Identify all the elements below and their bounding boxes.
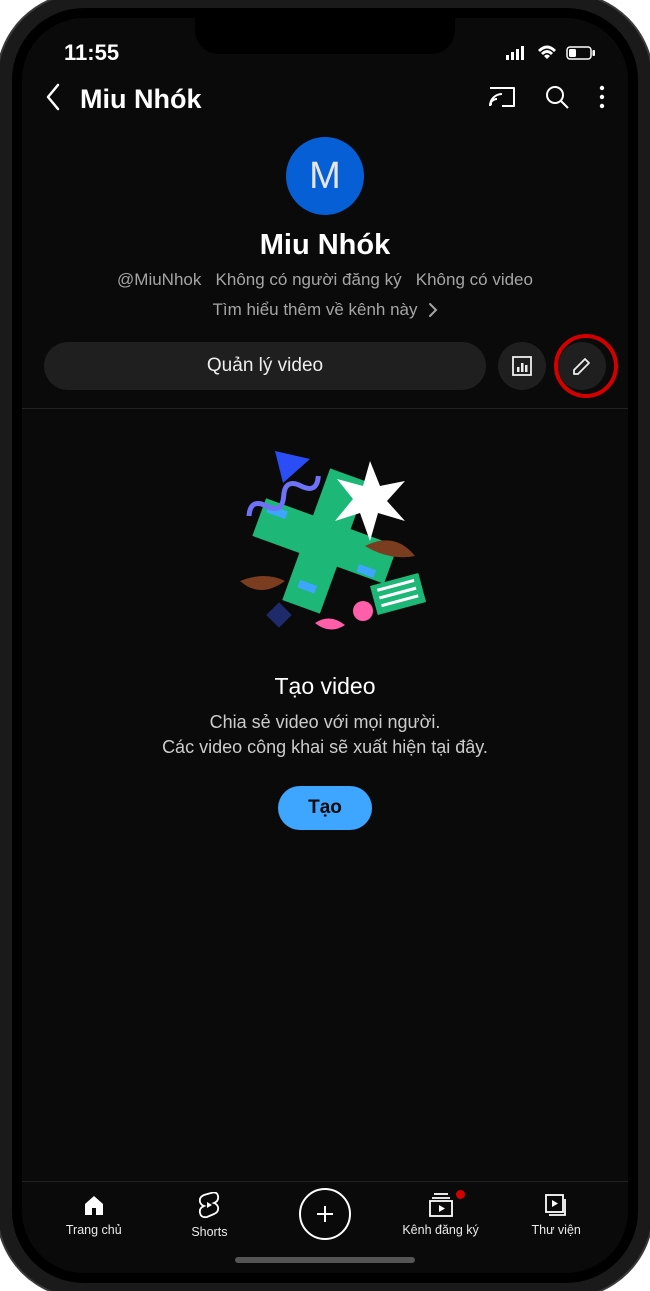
edit-button[interactable] — [558, 342, 606, 390]
cellular-icon — [506, 40, 528, 66]
channel-videos: Không có video — [416, 270, 533, 289]
app-header: Miu Nhók — [22, 70, 628, 131]
divider — [22, 408, 628, 409]
wifi-icon — [536, 40, 558, 66]
action-row: Quản lý video — [22, 342, 628, 408]
channel-name: Miu Nhók — [42, 229, 608, 262]
nav-home-label: Trang chủ — [66, 1223, 122, 1237]
status-time: 11:55 — [64, 40, 119, 66]
nav-shorts[interactable]: Shorts — [163, 1192, 255, 1239]
pencil-icon — [571, 355, 593, 377]
nav-home[interactable]: Trang chủ — [48, 1192, 140, 1237]
notch — [195, 18, 455, 54]
page-title: Miu Nhók — [80, 84, 470, 115]
home-indicator[interactable] — [235, 1257, 415, 1263]
status-right — [506, 40, 596, 66]
shorts-icon — [196, 1192, 222, 1220]
channel-meta: @MiuNhok Không có người đăng ký Không có… — [42, 270, 608, 290]
nav-subscriptions[interactable]: Kênh đăng ký — [395, 1192, 487, 1237]
nav-shorts-label: Shorts — [191, 1225, 227, 1239]
learn-more-label: Tìm hiểu thêm về kênh này — [212, 300, 417, 320]
avatar-letter: M — [309, 155, 341, 198]
analytics-icon — [511, 355, 533, 377]
cast-icon[interactable] — [488, 85, 516, 114]
back-button[interactable] — [44, 82, 62, 117]
empty-illustration — [215, 431, 435, 651]
empty-title: Tạo video — [56, 673, 594, 700]
create-button[interactable]: Tạo — [278, 786, 372, 830]
notification-dot — [456, 1190, 465, 1199]
screen: 11:55 Miu Nhók — [22, 18, 628, 1273]
learn-more-link[interactable]: Tìm hiểu thêm về kênh này — [212, 300, 437, 320]
more-icon[interactable] — [598, 84, 606, 115]
plus-circle-icon — [299, 1188, 351, 1240]
avatar[interactable]: M — [286, 137, 364, 215]
library-icon — [543, 1192, 569, 1218]
chevron-right-icon — [428, 302, 438, 318]
channel-handle: @MiuNhok — [117, 270, 201, 289]
search-icon[interactable] — [544, 84, 570, 115]
profile-section: M Miu Nhók @MiuNhok Không có người đăng … — [22, 131, 628, 342]
nav-library[interactable]: Thư viện — [510, 1192, 602, 1237]
manage-videos-label: Quản lý video — [207, 355, 323, 377]
analytics-button[interactable] — [498, 342, 546, 390]
manage-videos-button[interactable]: Quản lý video — [44, 342, 486, 390]
nav-subs-label: Kênh đăng ký — [402, 1223, 478, 1237]
create-button-label: Tạo — [308, 797, 342, 819]
home-icon — [81, 1192, 107, 1218]
channel-subs: Không có người đăng ký — [216, 270, 402, 289]
subscriptions-icon — [427, 1192, 455, 1218]
empty-description: Chia sẻ video với mọi người. Các video c… — [56, 710, 594, 760]
empty-state: Tạo video Chia sẻ video với mọi người. C… — [22, 431, 628, 830]
battery-icon — [566, 40, 596, 66]
nav-library-label: Thư viện — [531, 1223, 580, 1237]
phone-frame: 11:55 Miu Nhók — [12, 8, 638, 1283]
nav-create[interactable] — [279, 1192, 371, 1240]
